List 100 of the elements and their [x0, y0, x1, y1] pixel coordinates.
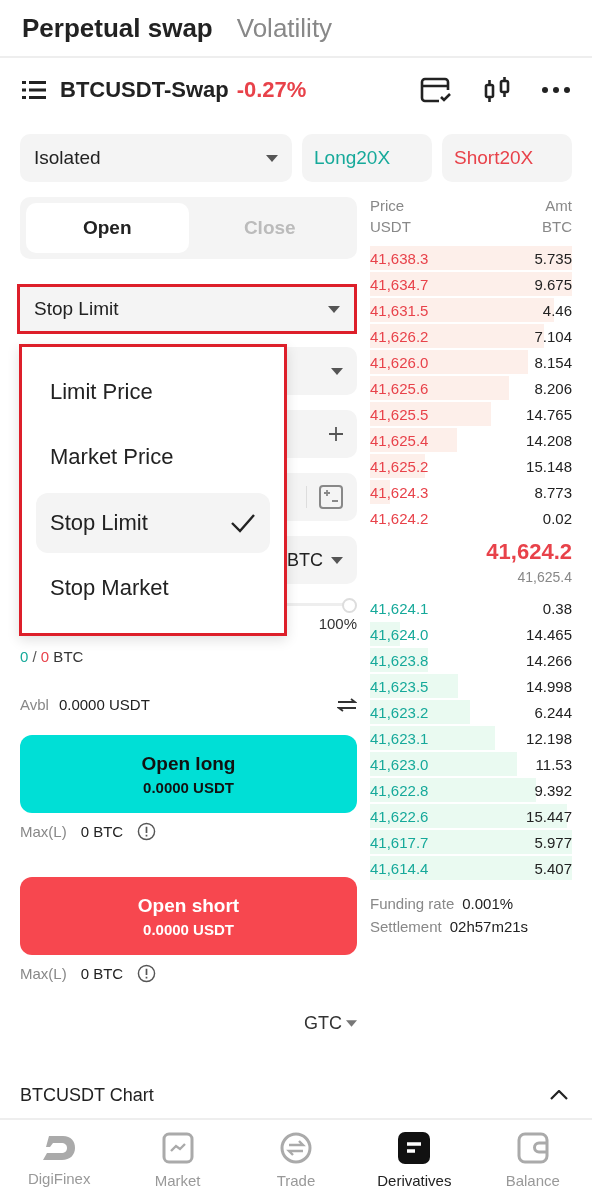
- side-tab[interactable]: Open: [26, 203, 189, 253]
- time-in-force-select[interactable]: GTC: [304, 1013, 357, 1034]
- bid-price[interactable]: 41,623.5: [370, 677, 429, 695]
- bid-amount: 6.244: [534, 703, 572, 721]
- settlement-label: Settlement: [370, 918, 442, 935]
- bid-amount: 14.266: [526, 651, 572, 669]
- order-button[interactable]: Open long 0.0000 USDT: [20, 735, 357, 813]
- bid-price[interactable]: 41,617.7: [370, 833, 429, 851]
- bid-price[interactable]: 41,623.1: [370, 729, 429, 747]
- ask-price[interactable]: 41,624.2: [370, 509, 429, 527]
- bid-amount: 12.198: [526, 729, 572, 747]
- available-value: 0.0000 USDT: [58, 696, 150, 713]
- header-tab[interactable]: Volatility: [236, 12, 333, 44]
- bid-price[interactable]: 41,623.0: [370, 755, 429, 773]
- menu-item[interactable]: Stop Market: [36, 558, 270, 619]
- nav-item[interactable]: Market: [122, 1131, 233, 1189]
- ask-price[interactable]: 41,625.6: [370, 379, 429, 397]
- logo-icon: [43, 1133, 76, 1162]
- symbol-name[interactable]: BTCUSDT-Swap: [60, 77, 229, 103]
- info-icon[interactable]: [137, 822, 157, 841]
- chart-icon: [161, 1131, 194, 1164]
- more-icon[interactable]: [542, 87, 570, 93]
- ask-amount: 8.773: [534, 483, 572, 501]
- last-price: 41,624.2: [486, 539, 572, 565]
- margin-mode-select[interactable]: Isolated: [20, 134, 292, 182]
- ask-amount: 8.154: [534, 353, 572, 371]
- ask-price[interactable]: 41,634.7: [370, 275, 429, 293]
- menu-item[interactable]: Limit Price: [36, 361, 270, 422]
- bid-price[interactable]: 41,624.1: [370, 599, 429, 617]
- header-tab[interactable]: Perpetual swap: [22, 12, 213, 44]
- leverage-button[interactable]: Long20X: [302, 134, 432, 182]
- available-label: Avbl: [20, 696, 49, 713]
- max-value: 0 BTC: [80, 965, 124, 982]
- nav-item[interactable]: DigiFinex: [4, 1133, 115, 1187]
- ask-amount: 14.208: [526, 431, 572, 449]
- calculator-icon[interactable]: [319, 485, 343, 509]
- caret-icon: [331, 367, 343, 375]
- ask-price[interactable]: 41,625.4: [370, 431, 429, 449]
- ask-price[interactable]: 41,631.5: [370, 301, 429, 319]
- caret-icon: [346, 1020, 357, 1027]
- nav-item[interactable]: Trade: [240, 1131, 351, 1189]
- max-label: Max(L): [20, 965, 67, 982]
- ask-price[interactable]: 41,625.2: [370, 457, 429, 475]
- bid-amount: 14.998: [526, 677, 572, 695]
- column-header: BTC: [542, 218, 572, 235]
- position-amount: 0 / 0 BTC: [20, 648, 84, 665]
- ask-amount: 7.104: [534, 327, 572, 345]
- info-icon[interactable]: [137, 964, 157, 983]
- bid-price[interactable]: 41,622.8: [370, 781, 429, 799]
- bid-amount: 14.465: [526, 625, 572, 643]
- caret-icon: [266, 154, 278, 162]
- bid-amount: 15.447: [526, 807, 572, 825]
- bid-amount: 5.407: [534, 859, 572, 877]
- list-icon[interactable]: [22, 80, 46, 100]
- bid-price[interactable]: 41,614.4: [370, 859, 429, 877]
- ask-price[interactable]: 41,638.3: [370, 249, 429, 267]
- card-check-icon[interactable]: [420, 77, 452, 103]
- ask-price[interactable]: 41,624.3: [370, 483, 429, 501]
- bid-amount: 9.392: [534, 781, 572, 799]
- check-icon: [230, 512, 256, 533]
- column-header: Price: [370, 197, 406, 214]
- bid-price[interactable]: 41,624.0: [370, 625, 429, 643]
- menu-item[interactable]: Stop Limit: [36, 492, 270, 553]
- max-value: 0 BTC: [80, 823, 124, 840]
- mark-price: 41,625.4: [517, 569, 572, 585]
- nav-item[interactable]: Balance: [477, 1131, 588, 1189]
- bid-price[interactable]: 41,622.6: [370, 807, 429, 825]
- ask-price[interactable]: 41,626.0: [370, 353, 429, 371]
- chevron-icon[interactable]: [550, 1090, 568, 1100]
- slider-label: 100%: [318, 615, 357, 632]
- funding-value: 0.001%: [462, 895, 514, 912]
- column-header: USDT: [370, 218, 411, 235]
- chart-title: BTCUSDT Chart: [20, 1084, 154, 1106]
- bid-amount: 5.977: [534, 833, 572, 851]
- candlestick-icon[interactable]: [484, 76, 510, 104]
- settlement-value: 02h57m21s: [449, 918, 529, 935]
- ask-price[interactable]: 41,625.5: [370, 405, 429, 423]
- exchange-icon: [279, 1131, 312, 1164]
- caret-icon: [331, 556, 343, 564]
- bid-price[interactable]: 41,623.8: [370, 651, 429, 669]
- wallet-icon: [516, 1131, 549, 1164]
- document-icon: [398, 1131, 431, 1164]
- swap-icon[interactable]: [337, 697, 357, 712]
- ask-amount: 15.148: [526, 457, 572, 475]
- column-header: Amt: [545, 197, 572, 214]
- max-label: Max(L): [20, 823, 67, 840]
- order-button[interactable]: Open short 0.0000 USDT: [20, 877, 357, 955]
- order-type-select[interactable]: Stop Limit: [17, 284, 357, 334]
- bid-price[interactable]: 41,623.2: [370, 703, 429, 721]
- ask-price[interactable]: 41,626.2: [370, 327, 429, 345]
- slider-thumb[interactable]: [342, 598, 357, 613]
- caret-icon: [328, 305, 340, 313]
- nav-item[interactable]: Derivatives: [359, 1131, 470, 1189]
- plus-icon[interactable]: [329, 427, 343, 441]
- bid-amount: 11.53: [535, 755, 572, 773]
- menu-item[interactable]: Market Price: [36, 427, 270, 488]
- ask-amount: 4.46: [542, 301, 572, 319]
- ask-amount: 14.765: [526, 405, 572, 423]
- ask-amount: 0.02: [542, 509, 572, 527]
- leverage-button[interactable]: Short20X: [442, 134, 572, 182]
